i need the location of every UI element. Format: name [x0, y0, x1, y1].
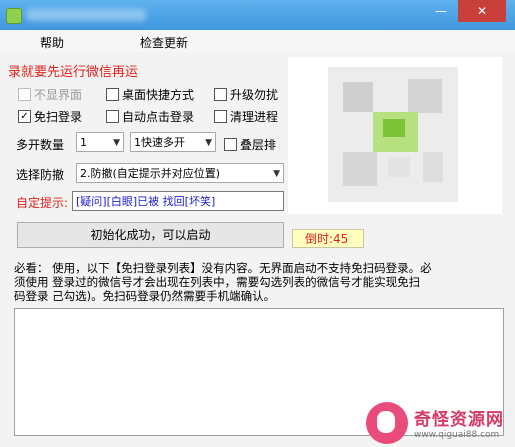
- checkbox-box: [18, 88, 31, 101]
- custom-prompt-input[interactable]: [疑问][白眼]已被 找回[坏笑]: [72, 191, 284, 211]
- title-bar: — ✕: [0, 0, 515, 30]
- desktop-shortcut-label: 桌面快捷方式: [122, 88, 195, 102]
- scan-free-login-label: 免扫登录: [34, 110, 83, 124]
- watermark-logo-icon: [366, 401, 408, 444]
- upgrade-no-disturb-checkbox[interactable]: 升级勿扰: [214, 86, 278, 103]
- close-button[interactable]: ✕: [458, 0, 506, 22]
- anti-recall-select[interactable]: 2.防撤(自定提示并对应位置) ▼: [76, 163, 284, 183]
- auto-click-login-checkbox[interactable]: 自动点击登录: [106, 108, 194, 125]
- chevron-down-icon: ▼: [205, 138, 212, 148]
- watermark: 奇怪资源网 www.qiguai88.com: [366, 398, 515, 447]
- menu-help[interactable]: 帮助: [40, 34, 64, 51]
- anti-recall-label: 选择防撤: [16, 168, 65, 182]
- qr-code-icon: [328, 67, 458, 202]
- clean-process-label: 清理进程: [230, 110, 279, 124]
- no-ui-label: 不显界面: [34, 88, 83, 102]
- multi-count-label: 多开数量: [16, 138, 65, 152]
- auto-click-login-label: 自动点击登录: [122, 110, 195, 124]
- window-title-blurred: [26, 9, 146, 21]
- minimize-button[interactable]: —: [426, 2, 456, 22]
- notice-line: 必看： 使用，以下【免扫登录列表】没有内容。无界面启动不支持免扫码登录。必: [14, 261, 432, 275]
- app-icon: [6, 8, 22, 24]
- chevron-down-icon: ▼: [113, 138, 120, 148]
- notice-line: 码登录 己勾选)。免扫码登录仍然需要手机端确认。: [14, 289, 276, 303]
- countdown-display: 倒时:45: [292, 229, 364, 248]
- multi-mode-select[interactable]: 1快速多开 ▼: [130, 132, 216, 152]
- chevron-down-icon: ▼: [273, 169, 280, 179]
- checkbox-box: [106, 110, 119, 123]
- menu-check-update[interactable]: 检查更新: [140, 34, 188, 51]
- clean-process-checkbox[interactable]: 清理进程: [214, 108, 278, 125]
- warning-text: 录就要先运行微信再运: [8, 65, 139, 80]
- custom-prompt-label: 自定提示:: [16, 196, 69, 210]
- checkbox-box: [106, 88, 119, 101]
- anti-recall-value: 2.防撤(自定提示并对应位置): [80, 167, 221, 180]
- checkbox-box: [214, 110, 227, 123]
- scan-free-login-checkbox[interactable]: ✓ 免扫登录: [18, 108, 82, 125]
- init-start-button[interactable]: 初始化成功，可以启动: [17, 222, 284, 248]
- stack-label: 叠层排: [240, 138, 277, 152]
- checkbox-box: [214, 88, 227, 101]
- desktop-shortcut-checkbox[interactable]: 桌面快捷方式: [106, 86, 194, 103]
- multi-count-select[interactable]: 1 ▼: [76, 132, 124, 152]
- qr-code-area: [288, 57, 502, 214]
- check-mark-icon: ✓: [18, 110, 31, 123]
- stack-checkbox[interactable]: 叠层排: [224, 136, 276, 153]
- multi-mode-value: 1快速多开: [134, 136, 185, 149]
- multi-count-value: 1: [80, 136, 87, 149]
- upgrade-no-disturb-label: 升级勿扰: [230, 88, 279, 102]
- menu-bar: [0, 30, 515, 52]
- watermark-sub: www.qiguai88.com: [414, 430, 500, 440]
- notice-line: 须使用 登录过的微信号才会出现在列表中，需要勾选列表的微信号才能实现免扫: [14, 275, 421, 289]
- no-ui-checkbox[interactable]: 不显界面: [18, 86, 82, 103]
- watermark-main: 奇怪资源网: [414, 410, 504, 430]
- checkbox-box: [224, 138, 237, 151]
- notice-text: 必看： 使用，以下【免扫登录列表】没有内容。无界面启动不支持免扫码登录。必 须使…: [14, 261, 504, 307]
